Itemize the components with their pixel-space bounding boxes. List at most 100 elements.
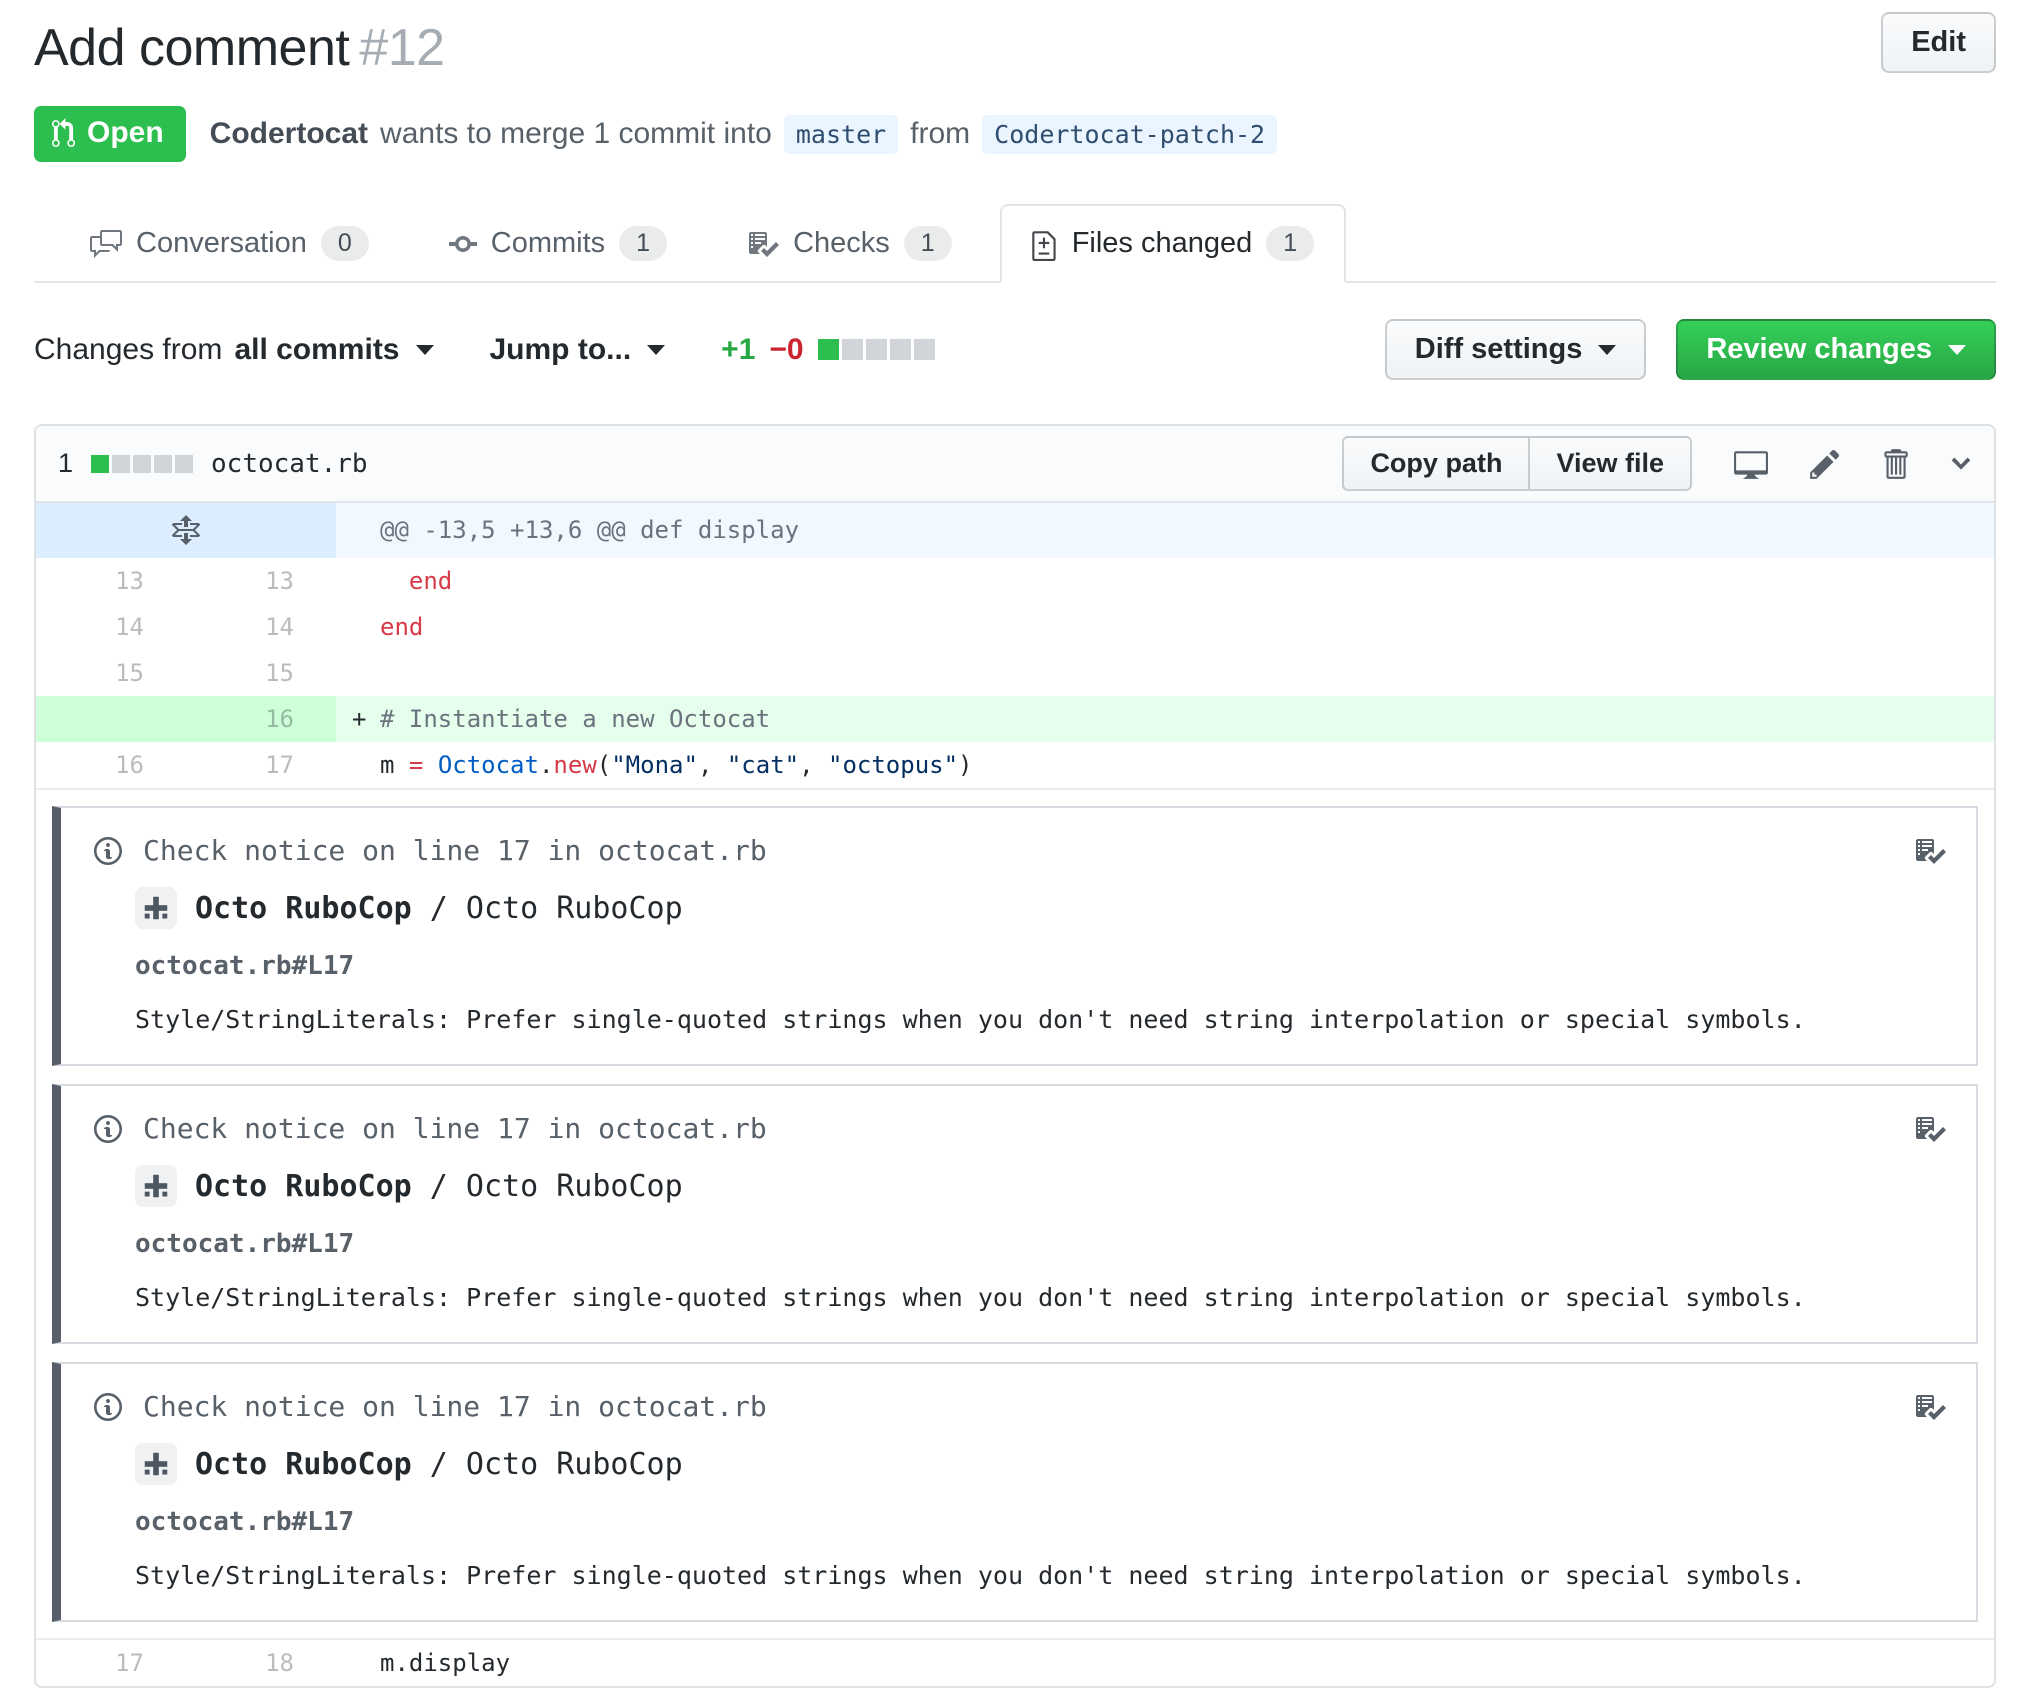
changes-from-text: Changes from	[34, 332, 223, 366]
code-line: m = Octocat.new("Mona", "cat", "octopus"…	[336, 742, 1994, 788]
copy-path-button[interactable]: Copy path	[1342, 436, 1531, 491]
diffstat-block-neutral	[112, 454, 131, 473]
additions-count: +1	[721, 332, 756, 366]
info-icon	[94, 1114, 122, 1143]
check-tool-suffix: / Octo RuboCop	[411, 1168, 683, 1204]
check-location: octocat.rb#L17	[135, 1507, 355, 1537]
old-line-number[interactable]: 14	[36, 604, 186, 650]
diff-settings-label: Diff settings	[1414, 333, 1583, 365]
changed-files-count: 1	[58, 448, 74, 478]
new-line-number[interactable]: 16	[186, 696, 336, 742]
page-title: Add comment #12	[34, 18, 445, 78]
code-token: ,	[799, 751, 828, 779]
old-line-number[interactable]: 16	[36, 742, 186, 788]
diffbar-left: Changes from all commits Jump to... +1 −…	[34, 333, 935, 367]
diff-prefix: +	[352, 705, 367, 733]
base-branch-label: master	[783, 114, 899, 154]
deletions-count: −0	[769, 332, 804, 366]
pr-description: Codertocat wants to merge 1 commit into …	[210, 114, 1278, 154]
file-diff-icon	[1031, 230, 1056, 261]
hunk-header-text: @@ -13,5 +13,6 @@ def display	[336, 503, 1994, 558]
new-line-number[interactable]: 18	[186, 1640, 336, 1686]
pr-number: #12	[359, 19, 445, 77]
diffstat-blocks	[817, 339, 935, 360]
tab-label: Checks	[793, 227, 890, 259]
tab-count: 0	[320, 226, 369, 261]
rubocop-avatar-icon	[144, 1452, 168, 1476]
check-tool-suffix: / Octo RuboCop	[411, 1446, 683, 1482]
diff-row: 16 + # Instantiate a new Octocat	[36, 696, 1994, 742]
check-tool-name[interactable]: Octo RuboCop	[195, 1169, 412, 1204]
check-tool-name[interactable]: Octo RuboCop	[195, 891, 412, 926]
commit-range-value: all commits	[234, 332, 400, 366]
new-line-number[interactable]: 13	[186, 558, 336, 604]
diffbar: Changes from all commits Jump to... +1 −…	[34, 319, 1996, 380]
check-tool-avatar	[135, 1443, 177, 1485]
file-diffstat-blocks	[91, 454, 194, 473]
info-icon	[94, 836, 122, 865]
tab-label: Conversation	[136, 227, 307, 259]
pr-tabnav: Conversation 0 Commits 1 Checks 1 Files …	[34, 204, 1996, 283]
code-token: Octocat	[437, 751, 539, 779]
check-tool-name[interactable]: Octo RuboCop	[195, 1447, 412, 1482]
delete-file-button[interactable]	[1882, 447, 1908, 481]
pr-author[interactable]: Codertocat	[210, 117, 368, 151]
expand-hunk-button[interactable]	[36, 503, 336, 558]
diffstat-block-neutral	[154, 454, 173, 473]
diffstat-block-neutral	[841, 339, 863, 360]
changes-from-dropdown[interactable]: Changes from all commits	[34, 333, 434, 367]
view-check-button[interactable]	[1914, 1391, 1946, 1423]
code-line: end	[336, 604, 1994, 650]
old-line-number[interactable]: 13	[36, 558, 186, 604]
old-line-number[interactable]: 15	[36, 650, 186, 696]
code-token: (	[596, 751, 612, 779]
code-token: m.display	[380, 1649, 511, 1677]
check-tool-row: Octo RuboCop / Octo RuboCop	[135, 887, 1946, 929]
jump-to-dropdown[interactable]: Jump to...	[490, 333, 666, 367]
display-rich-diff-button[interactable]	[1734, 447, 1768, 481]
check-notices-region: Check notice on line 17 in octocat.rb Oc…	[36, 788, 1994, 1640]
tab-commits[interactable]: Commits 1	[417, 204, 699, 283]
code-token: .	[538, 751, 554, 779]
new-line-number[interactable]: 14	[186, 604, 336, 650]
diff-rows-before: 13 13 end 14 14 end 15 15 16 + # Instantiate a ne…	[36, 558, 1994, 788]
tab-label: Commits	[490, 227, 606, 259]
review-changes-button[interactable]: Review changes	[1676, 319, 1996, 380]
caret-down-icon	[415, 344, 434, 355]
check-tool-suffix: / Octo RuboCop	[411, 890, 683, 926]
new-line-number[interactable]: 17	[186, 742, 336, 788]
old-line-number[interactable]	[36, 696, 186, 742]
view-check-button[interactable]	[1914, 835, 1946, 867]
check-notice: Check notice on line 17 in octocat.rb Oc…	[52, 1362, 1978, 1622]
diffstat-block-neutral	[865, 339, 887, 360]
diff-settings-button[interactable]: Diff settings	[1384, 319, 1647, 380]
diffstat-block-neutral	[133, 454, 152, 473]
pr-title-text: Add comment	[34, 19, 350, 77]
file-name-link[interactable]: octocat.rb	[211, 449, 368, 479]
tab-checks[interactable]: Checks 1	[715, 204, 984, 283]
diffstat-block-neutral	[175, 454, 194, 473]
new-line-number[interactable]: 15	[186, 650, 336, 696]
view-check-button[interactable]	[1914, 1113, 1946, 1145]
collapse-file-button[interactable]	[1950, 449, 1972, 479]
tab-conversation[interactable]: Conversation 0	[58, 204, 401, 283]
diff-row: 15 15	[36, 650, 1994, 696]
diff-row: 17 18 m.display	[36, 1640, 1994, 1686]
check-message: Style/StringLiterals: Prefer single-quot…	[135, 1283, 1806, 1312]
checklist-icon	[1916, 838, 1946, 864]
caret-down-icon	[1598, 344, 1617, 355]
diffstat-block-neutral	[889, 339, 911, 360]
review-changes-label: Review changes	[1706, 333, 1932, 365]
code-token: end	[380, 613, 424, 641]
edit-file-button[interactable]	[1810, 447, 1840, 481]
tab-files-changed[interactable]: Files changed 1	[999, 204, 1347, 283]
pr-meta-row: Open Codertocat wants to merge 1 commit …	[34, 106, 1996, 162]
view-file-button[interactable]: View file	[1528, 436, 1692, 491]
diffstat-block-added	[91, 454, 110, 473]
caret-down-icon	[647, 344, 666, 355]
code-token: m	[380, 751, 409, 779]
tab-count: 1	[1266, 226, 1315, 261]
old-line-number[interactable]: 17	[36, 1640, 186, 1686]
edit-button[interactable]: Edit	[1881, 12, 1996, 73]
